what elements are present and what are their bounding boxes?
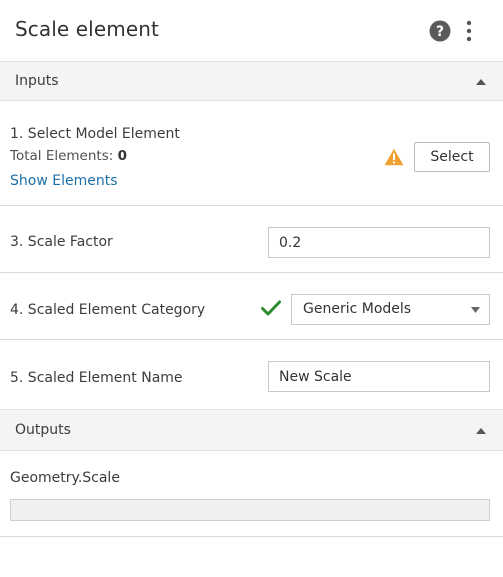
scale-element-panel: Scale element ? Inputs 1. Select Model E… <box>0 0 503 577</box>
scaled-element-category-row: 4. Scaled Element Category Generic Model… <box>0 273 503 340</box>
total-elements-label: Total Elements: <box>10 148 118 164</box>
scaled-element-category-label: 4. Scaled Element Category <box>10 302 206 318</box>
chevron-up-icon[interactable] <box>476 427 486 434</box>
geometry-scale-output-row: Geometry.Scale <box>0 451 503 537</box>
more-vertical-icon[interactable] <box>459 19 479 43</box>
inputs-section-title: Inputs <box>15 73 59 89</box>
panel-header: Scale element ? <box>0 0 503 61</box>
show-elements-link[interactable]: Show Elements <box>10 173 117 189</box>
check-icon <box>261 300 281 316</box>
select-model-element-row: 1. Select Model Element Total Elements: … <box>0 101 503 206</box>
outputs-section-header[interactable]: Outputs <box>0 409 503 451</box>
chevron-down-icon <box>471 307 480 313</box>
scaled-element-name-label: 5. Scaled Element Name <box>10 370 183 386</box>
geometry-scale-output <box>10 499 490 521</box>
warning-icon <box>384 148 404 166</box>
select-button[interactable]: Select <box>414 142 490 172</box>
outputs-section-title: Outputs <box>15 422 71 438</box>
inputs-section-header[interactable]: Inputs <box>0 61 503 101</box>
scale-factor-input[interactable] <box>268 227 490 258</box>
chevron-up-icon[interactable] <box>476 78 486 85</box>
help-icon[interactable]: ? <box>429 20 451 42</box>
select-model-element-label: 1. Select Model Element <box>10 126 180 142</box>
svg-text:?: ? <box>436 24 444 40</box>
scale-factor-label: 3. Scale Factor <box>10 234 113 250</box>
panel-title: Scale element <box>15 17 159 41</box>
total-elements-text: Total Elements: 0 <box>10 148 127 164</box>
scaled-element-name-row: 5. Scaled Element Name <box>0 340 503 410</box>
category-dropdown[interactable]: Generic Models <box>291 294 490 325</box>
category-dropdown-value: Generic Models <box>303 301 412 317</box>
geometry-scale-label: Geometry.Scale <box>10 470 120 486</box>
scaled-element-name-input[interactable] <box>268 361 490 392</box>
total-elements-value: 0 <box>117 148 127 164</box>
scale-factor-row: 3. Scale Factor <box>0 206 503 273</box>
